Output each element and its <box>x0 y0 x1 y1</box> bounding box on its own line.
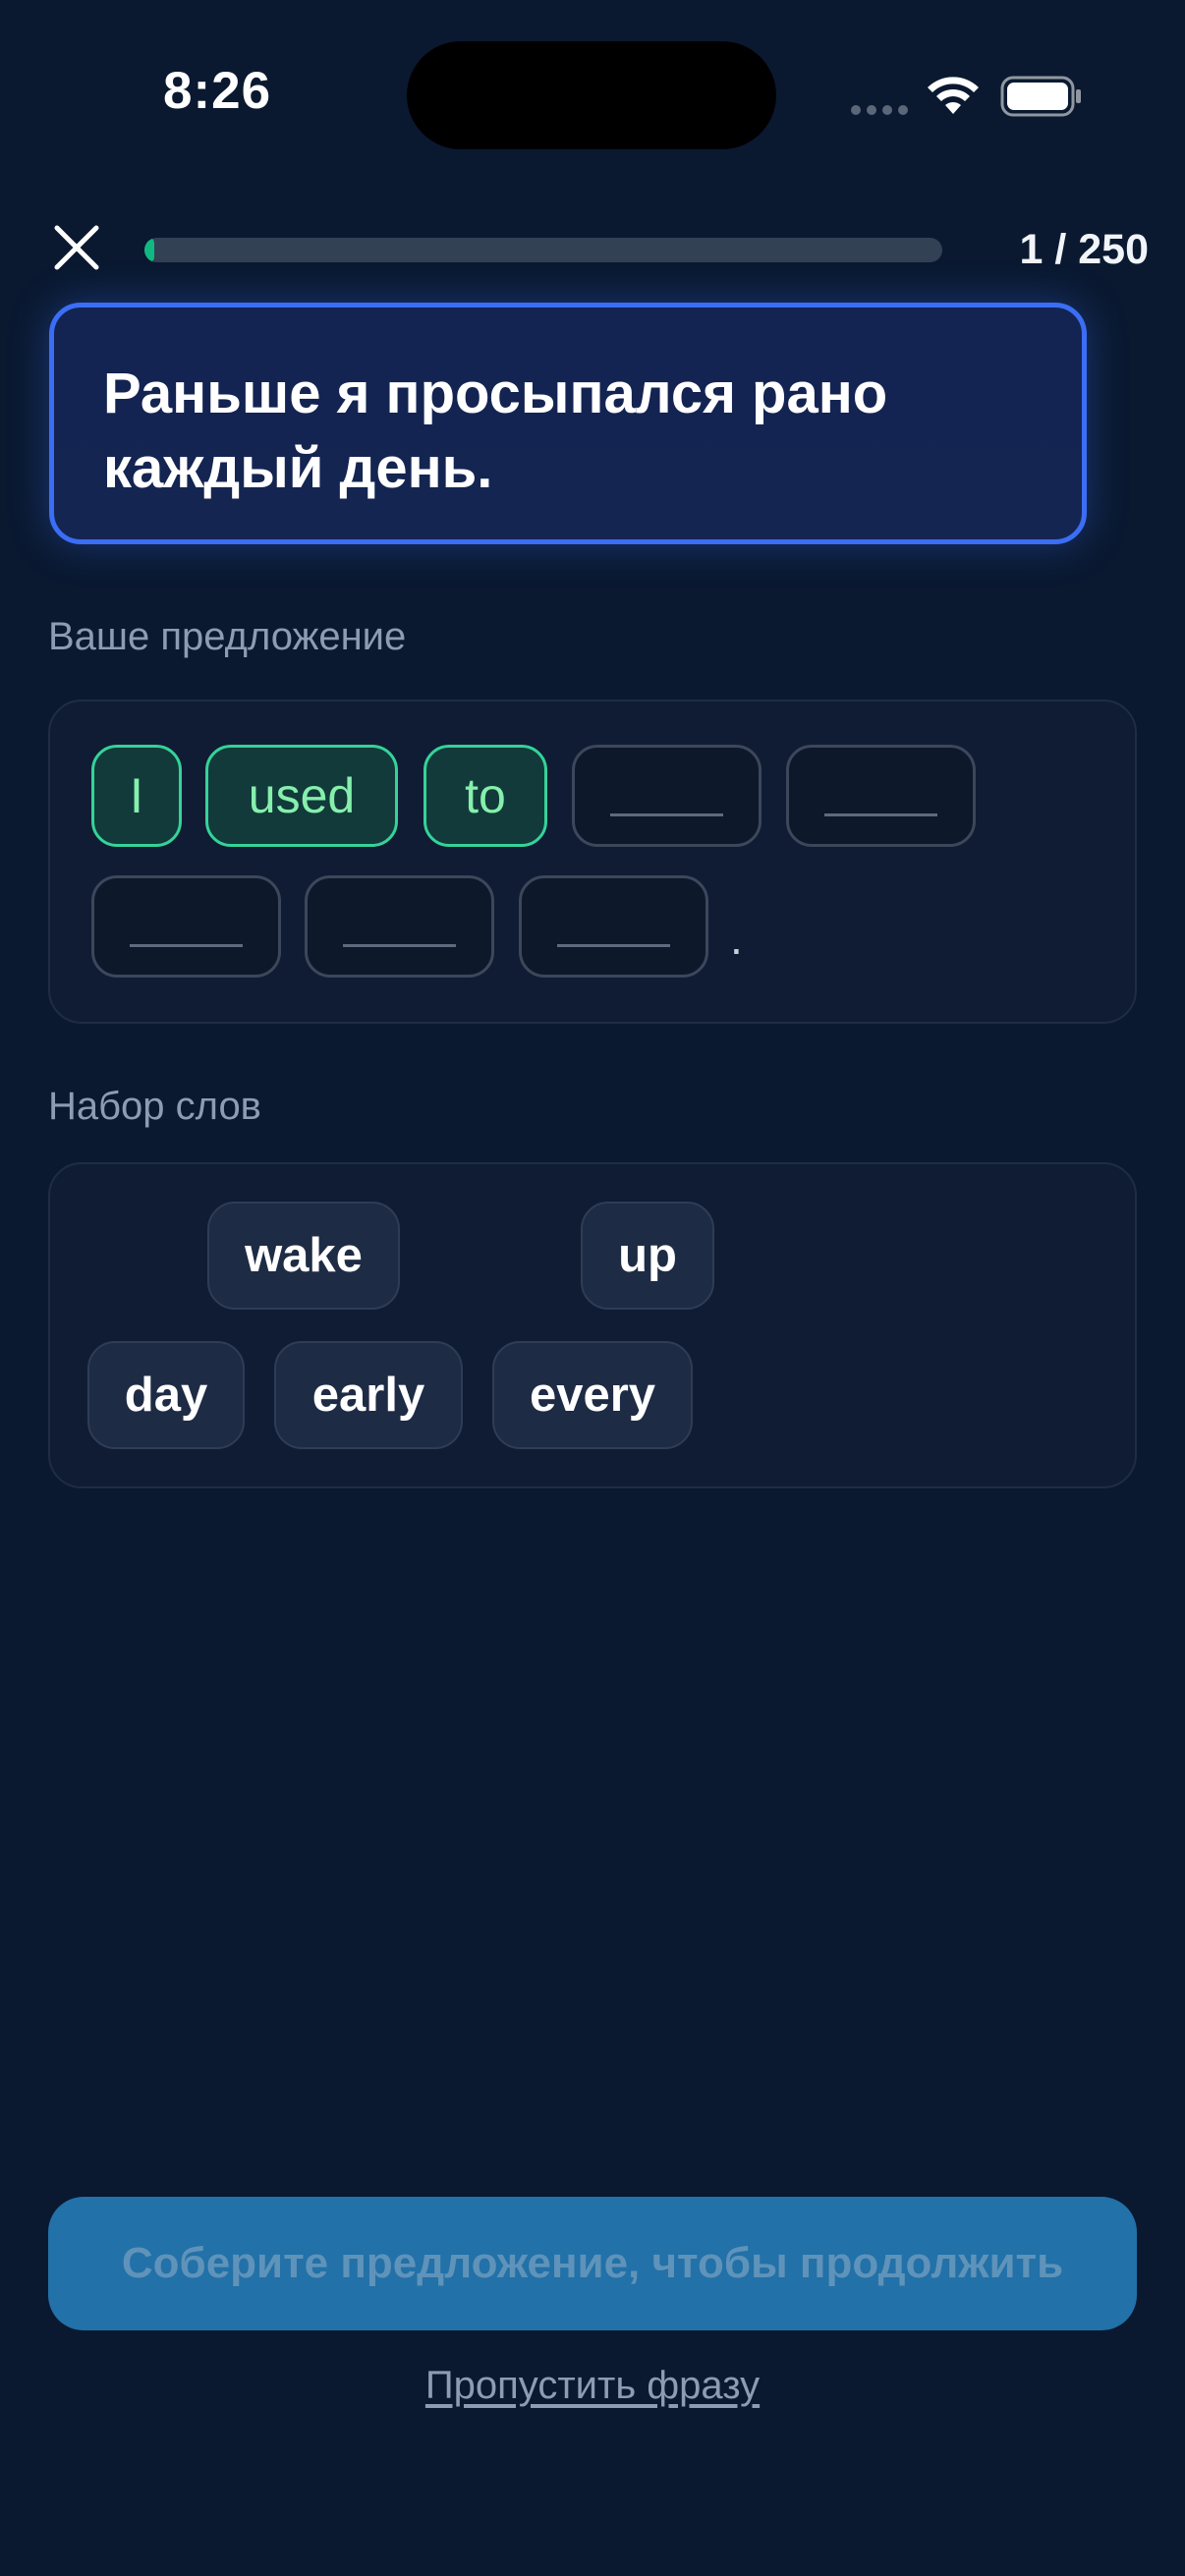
answer-empty-slot[interactable] <box>519 875 708 978</box>
cellular-signal-icon <box>851 105 908 115</box>
progress-bar <box>144 238 942 262</box>
answer-empty-slot[interactable] <box>91 875 281 978</box>
answer-empty-slot[interactable] <box>786 745 976 847</box>
answer-word-i[interactable]: I <box>91 745 182 847</box>
answer-panel: Iused to. <box>48 700 1137 1024</box>
word-chip-early[interactable]: early <box>274 1341 463 1449</box>
word-chip-every[interactable]: every <box>492 1341 693 1449</box>
progress-counter: 1 / 250 <box>1019 226 1150 273</box>
continue-button[interactable]: Соберите предложение, чтобы продолжить <box>48 2197 1137 2330</box>
answer-empty-slot[interactable] <box>572 745 762 847</box>
dynamic-island <box>407 41 776 149</box>
blank-underline <box>610 813 723 816</box>
wifi-icon <box>928 77 979 114</box>
prompt-card: Раньше я просыпался рано каждый день. <box>49 303 1087 544</box>
answer-word-to[interactable]: to <box>423 745 547 847</box>
answer-empty-slot[interactable] <box>305 875 494 978</box>
battery-icon <box>1000 76 1081 117</box>
blank-underline <box>130 944 243 947</box>
close-icon[interactable] <box>47 218 106 277</box>
word-chip-day[interactable]: day <box>87 1341 245 1449</box>
word-bank: wake up day early every <box>48 1162 1137 1488</box>
answer-word-used[interactable]: used <box>205 745 398 847</box>
word-chip-up[interactable]: up <box>581 1202 714 1310</box>
word-bank-label: Набор слов <box>48 1085 261 1128</box>
answer-label: Ваше предложение <box>48 615 407 658</box>
terminal-punctuation: . <box>730 913 743 964</box>
blank-underline <box>824 813 937 816</box>
word-chip-wake[interactable]: wake <box>207 1202 400 1310</box>
skip-phrase-link[interactable]: Пропустить фразу <box>0 2364 1185 2408</box>
blank-underline <box>343 944 456 947</box>
blank-underline <box>557 944 670 947</box>
progress-fill <box>144 238 154 262</box>
status-time: 8:26 <box>163 62 272 120</box>
prompt-text: Раньше я просыпался рано каждый день. <box>103 362 888 500</box>
